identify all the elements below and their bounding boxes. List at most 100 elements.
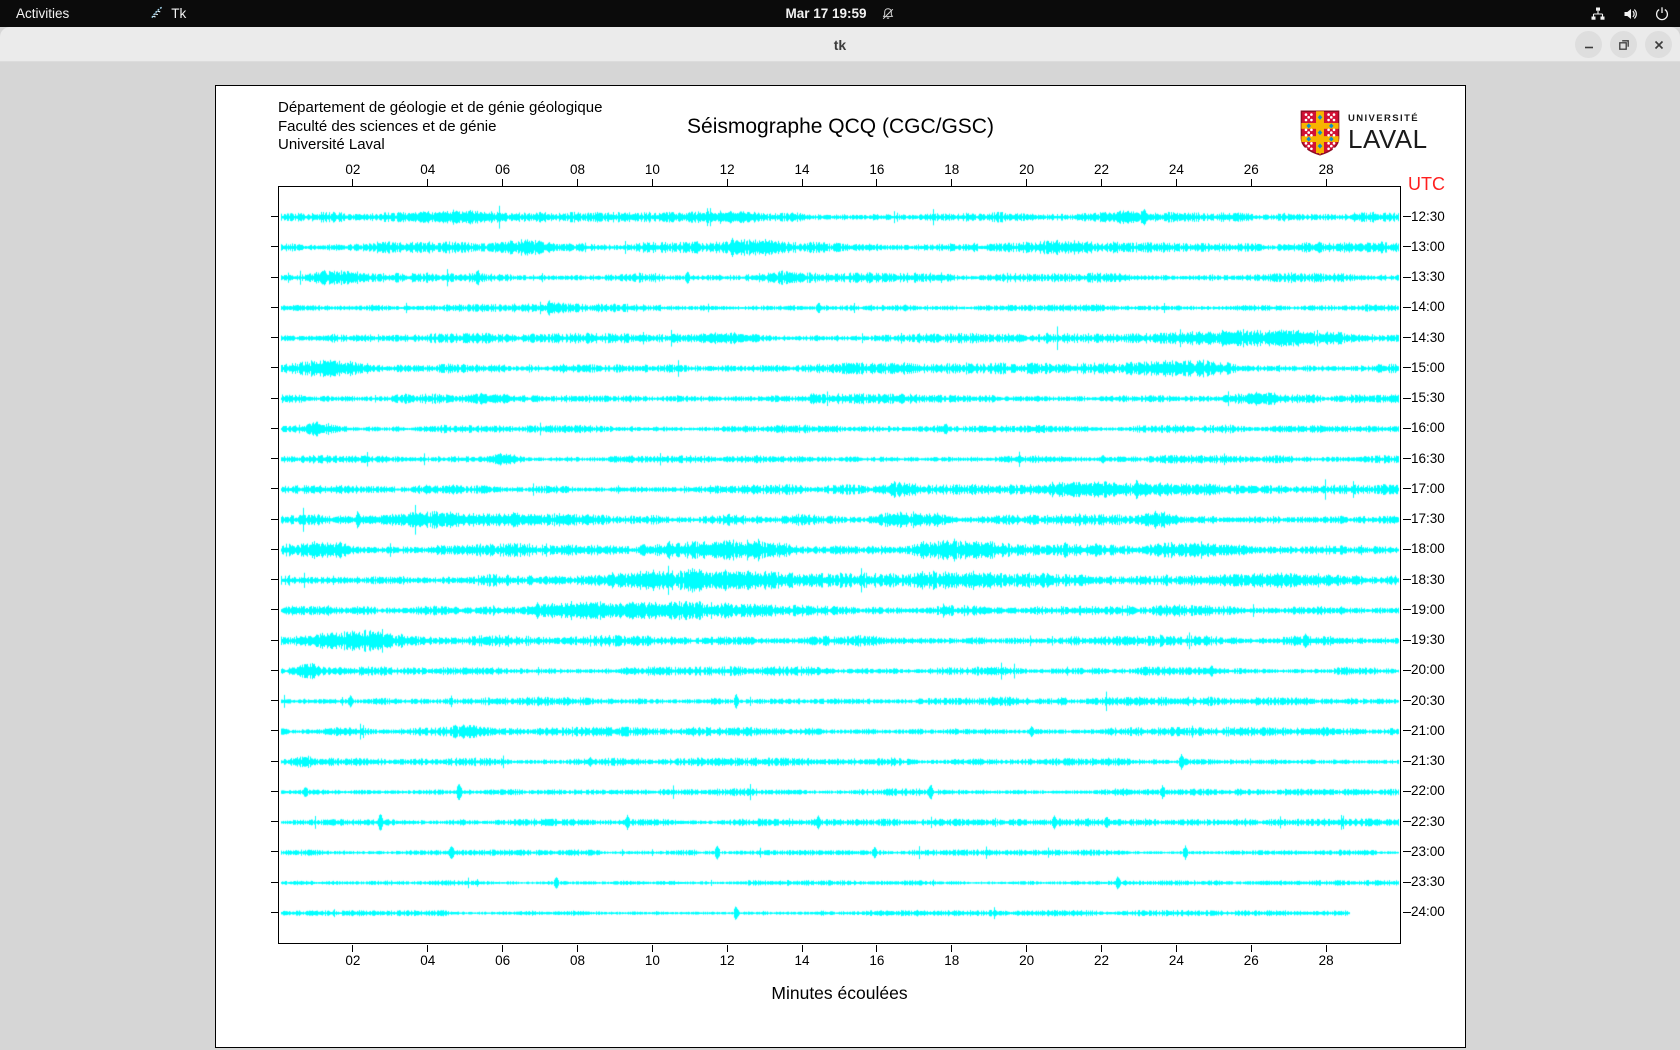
utc-time-label: 13:00: [1411, 238, 1445, 254]
x-tick-top: [651, 179, 653, 186]
x-tick-label-top: 24: [1168, 162, 1184, 177]
trace-tick-right: [1403, 579, 1411, 581]
utc-time-label: 18:30: [1411, 571, 1445, 587]
trace-tick-left: [271, 276, 278, 278]
x-tick-label-top: 10: [644, 162, 660, 177]
trace-tick-left: [271, 911, 278, 913]
utc-time-label: 23:30: [1411, 874, 1445, 890]
power-icon[interactable]: [1654, 6, 1670, 22]
x-tick-label-bottom: 18: [944, 953, 960, 968]
trace-tick-left: [271, 427, 278, 429]
close-icon: [1654, 40, 1663, 49]
x-tick-label-bottom: 12: [719, 953, 735, 968]
x-tick-label-top: 20: [1019, 162, 1035, 177]
utc-time-label: 22:30: [1411, 813, 1445, 829]
trace-tick-right: [1403, 911, 1411, 913]
x-tick-label-top: 22: [1094, 162, 1110, 177]
trace-tick-left: [271, 700, 278, 702]
trace-tick-right: [1403, 367, 1411, 369]
trace-tick-left: [271, 216, 278, 217]
utc-time-label: 17:30: [1411, 511, 1445, 527]
x-tick-bottom: [876, 945, 878, 952]
x-tick-bottom: [1101, 945, 1103, 952]
trace-tick-left: [271, 548, 278, 550]
trace-tick-right: [1403, 518, 1411, 520]
utc-time-label: 13:30: [1411, 269, 1445, 285]
trace-tick-right: [1403, 760, 1411, 762]
utc-time-label: 14:30: [1411, 329, 1445, 345]
logo-large-text: LAVAL: [1348, 123, 1428, 154]
desktop: Activities Tk Mar 17 19:59 tk Départemen…: [0, 0, 1680, 1050]
trace-tick-right: [1403, 851, 1411, 853]
x-tick-label-top: 02: [345, 162, 361, 177]
x-tick-top: [352, 179, 354, 186]
utc-time-label: 18:00: [1411, 541, 1445, 557]
x-tick-label-top: 08: [569, 162, 585, 177]
x-tick-label-top: 26: [1243, 162, 1259, 177]
trace-tick-right: [1403, 246, 1411, 248]
minimize-icon: [1584, 46, 1593, 48]
window-titlebar[interactable]: tk: [0, 27, 1680, 62]
trace-tick-right: [1403, 458, 1411, 460]
utc-time-label: 19:30: [1411, 632, 1445, 648]
trace-tick-left: [271, 790, 278, 792]
trace-tick-left: [271, 579, 278, 581]
trace-tick-right: [1403, 276, 1411, 278]
x-tick-bottom: [502, 945, 504, 952]
x-tick-bottom: [726, 945, 728, 952]
close-button[interactable]: [1645, 31, 1672, 58]
seismograph-canvas: Département de géologie et de génie géol…: [215, 85, 1466, 1048]
gnome-topbar: Activities Tk Mar 17 19:59: [0, 0, 1680, 27]
utc-time-label: 14:00: [1411, 299, 1445, 315]
network-wired-icon[interactable]: [1590, 6, 1606, 22]
trace-tick-right: [1403, 548, 1411, 550]
x-tick-label-bottom: 06: [495, 953, 511, 968]
x-tick-bottom: [427, 945, 429, 952]
trace-tick-right: [1403, 730, 1411, 732]
x-tick-label-top: 14: [794, 162, 810, 177]
x-tick-label-bottom: 16: [869, 953, 885, 968]
trace-tick-left: [271, 367, 278, 369]
trace-tick-right: [1403, 306, 1411, 308]
x-tick-label-top: 04: [420, 162, 436, 177]
volume-icon[interactable]: [1622, 6, 1638, 22]
trace-tick-left: [271, 488, 278, 490]
x-tick-top: [726, 179, 728, 186]
x-tick-bottom: [951, 945, 953, 952]
x-tick-label-bottom: 20: [1019, 953, 1035, 968]
window-title: tk: [833, 36, 847, 53]
page-title: Séismographe QCQ (CGC/GSC): [687, 115, 994, 138]
maximize-button[interactable]: [1610, 31, 1637, 58]
x-tick-label-bottom: 02: [345, 953, 361, 968]
trace-tick-right: [1403, 488, 1411, 490]
trace-tick-right: [1403, 609, 1411, 611]
trace-tick-right: [1403, 397, 1411, 399]
trace-tick-left: [271, 306, 278, 308]
x-axis-title: Minutes écoulées: [771, 983, 908, 1003]
trace-tick-right: [1403, 790, 1411, 792]
x-tick-label-bottom: 24: [1168, 953, 1184, 968]
logo-small-text: UNIVERSITÉ: [1348, 113, 1420, 125]
trace-tick-left: [271, 760, 278, 762]
clock[interactable]: Mar 17 19:59: [785, 6, 866, 21]
x-tick-label-bottom: 08: [569, 953, 585, 968]
trace-tick-right: [1403, 639, 1411, 641]
utc-time-label: 21:00: [1411, 722, 1445, 738]
trace-tick-right: [1403, 821, 1411, 823]
trace-tick-right: [1403, 700, 1411, 702]
x-tick-bottom: [1175, 945, 1177, 952]
x-tick-top: [1325, 179, 1327, 186]
x-tick-top: [876, 179, 878, 186]
x-tick-label-bottom: 26: [1243, 953, 1259, 968]
trace-tick-right: [1403, 337, 1411, 339]
utc-time-label: 15:00: [1411, 359, 1445, 375]
trace-tick-left: [271, 246, 278, 248]
x-tick-top: [502, 179, 504, 186]
minimize-button[interactable]: [1575, 31, 1602, 58]
x-tick-top: [1250, 179, 1252, 186]
trace-tick-left: [271, 518, 278, 520]
x-tick-label-bottom: 22: [1094, 953, 1110, 968]
x-tick-bottom: [1325, 945, 1327, 952]
x-tick-top: [1101, 179, 1103, 186]
trace-tick-left: [271, 851, 278, 853]
